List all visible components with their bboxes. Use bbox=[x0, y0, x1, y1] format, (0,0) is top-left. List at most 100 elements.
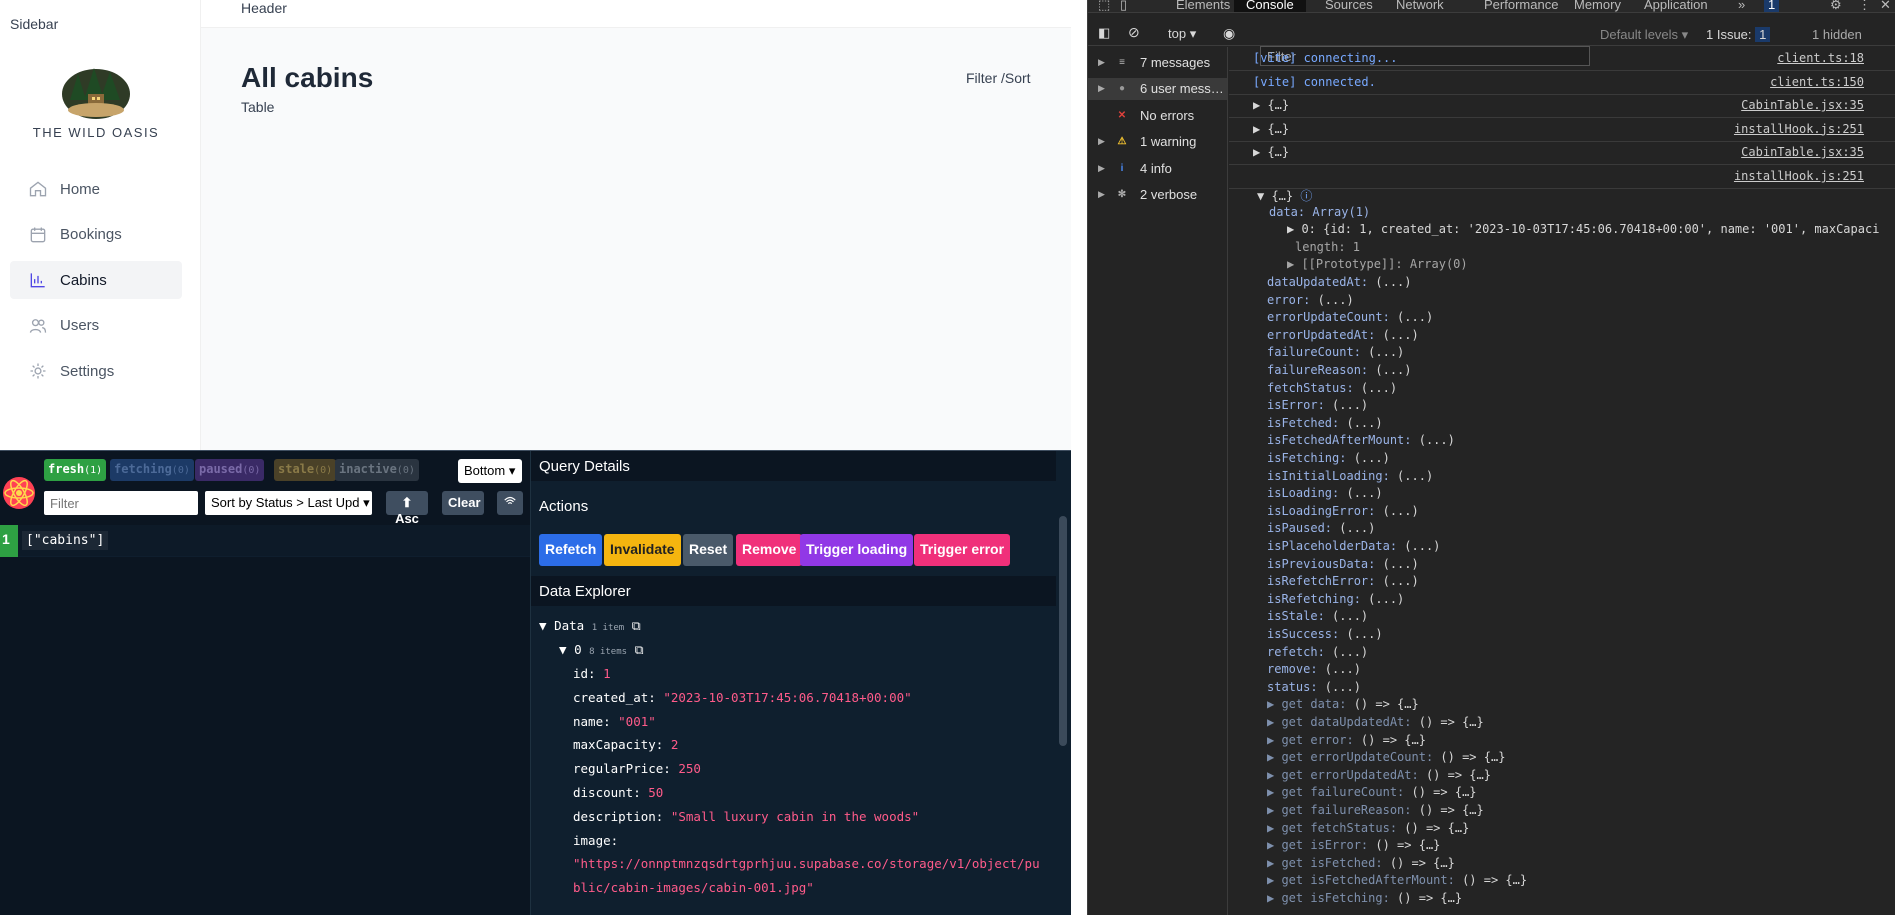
tab-sources[interactable]: Sources bbox=[1325, 0, 1373, 12]
sort-select[interactable]: Sort by Status > Last Upd ▾ bbox=[205, 491, 372, 515]
prop-status[interactable]: status: (...) bbox=[1267, 680, 1361, 697]
getter-isFetching[interactable]: ▶ get isFetching: () => {…} bbox=[1267, 891, 1462, 908]
getter-failureCount[interactable]: ▶ get failureCount: () => {…} bbox=[1267, 785, 1477, 802]
console-message[interactable]: ▶ {…} installHook.js:251 bbox=[1229, 118, 1895, 142]
invalidate-button[interactable]: Invalidate bbox=[604, 534, 681, 566]
getter-data[interactable]: ▶ get data: () => {…} bbox=[1267, 697, 1419, 714]
wifi-toggle-button[interactable] bbox=[497, 491, 523, 515]
reset-button[interactable]: Reset bbox=[683, 534, 734, 566]
inspect-icon[interactable]: ⬚ bbox=[1098, 0, 1110, 13]
source-link[interactable]: installHook.js:251 bbox=[1734, 169, 1864, 183]
prop-dataUpdatedAt[interactable]: dataUpdatedAt: (...) bbox=[1267, 275, 1412, 292]
nav-item-settings[interactable]: Settings bbox=[10, 352, 182, 390]
refetch-button[interactable]: Refetch bbox=[539, 534, 603, 566]
prop-isSuccess[interactable]: isSuccess: (...) bbox=[1267, 627, 1383, 644]
console-filter-list[interactable]: ▶ ≡ 7 messages bbox=[1098, 51, 1210, 73]
console-message[interactable]: installHook.js:251 bbox=[1229, 165, 1895, 189]
device-icon[interactable]: ▯ bbox=[1120, 0, 1127, 13]
log-levels-select[interactable]: Default levels ▾ bbox=[1600, 27, 1688, 43]
position-select[interactable]: Bottom ▾ bbox=[458, 459, 522, 483]
prop-isFetchedAfterMount[interactable]: isFetchedAfterMount: (...) bbox=[1267, 433, 1455, 450]
prop-isPlaceholderData[interactable]: isPlaceholderData: (...) bbox=[1267, 539, 1440, 556]
nav-item-cabins[interactable]: Cabins bbox=[10, 261, 182, 299]
nav-item-users[interactable]: Users bbox=[10, 307, 182, 345]
console-message[interactable]: ▶ {…} CabinTable.jsx:35 bbox=[1229, 94, 1895, 119]
clear-button[interactable]: Clear bbox=[442, 491, 484, 515]
prop-isPaused[interactable]: isPaused: (...) bbox=[1267, 521, 1375, 538]
source-link[interactable]: CabinTable.jsx:35 bbox=[1741, 98, 1864, 112]
prop-isRefetchError[interactable]: isRefetchError: (...) bbox=[1267, 574, 1419, 591]
close-icon[interactable]: ✕ bbox=[1880, 0, 1891, 13]
source-link[interactable]: client.ts:18 bbox=[1777, 51, 1864, 65]
getter-isFetchedAfterMount[interactable]: ▶ get isFetchedAfterMount: () => {…} bbox=[1267, 873, 1527, 890]
trigger-loading-button[interactable]: Trigger loading bbox=[800, 534, 914, 566]
prop-remove[interactable]: remove: (...) bbox=[1267, 662, 1361, 679]
getter-errorUpdateCount[interactable]: ▶ get errorUpdateCount: () => {…} bbox=[1267, 750, 1505, 767]
item-node[interactable]: ▼ 0 8 items ⧉ bbox=[559, 642, 644, 658]
expand-arrow-icon[interactable]: ▶ bbox=[1098, 83, 1106, 94]
console-filter-bug[interactable]: ▶ ✻ 2 verbose bbox=[1098, 184, 1197, 206]
getter-fetchStatus[interactable]: ▶ get fetchStatus: () => {…} bbox=[1267, 821, 1469, 838]
expand-arrow-icon[interactable]: ▶ bbox=[1098, 57, 1106, 68]
tab-memory[interactable]: Memory bbox=[1574, 0, 1621, 12]
console-message[interactable]: [vite] connected. client.ts:150 bbox=[1229, 71, 1895, 95]
tab-console[interactable]: Console bbox=[1234, 0, 1306, 12]
prop-failureCount[interactable]: failureCount: (...) bbox=[1267, 345, 1404, 362]
tab-network[interactable]: Network bbox=[1396, 0, 1444, 12]
nav-item-home[interactable]: Home bbox=[10, 170, 182, 208]
prop-isError[interactable]: isError: (...) bbox=[1267, 398, 1368, 415]
getter-error[interactable]: ▶ get error: () => {…} bbox=[1267, 733, 1426, 750]
prop-isStale[interactable]: isStale: (...) bbox=[1267, 609, 1368, 626]
tab-elements[interactable]: Elements bbox=[1176, 0, 1230, 12]
remove-button[interactable]: Remove bbox=[736, 534, 803, 566]
query-row[interactable]: 1 ["cabins"] bbox=[0, 525, 530, 557]
prop-refetch[interactable]: refetch: (...) bbox=[1267, 645, 1368, 662]
prop-errorUpdatedAt[interactable]: errorUpdatedAt: (...) bbox=[1267, 328, 1419, 345]
prop-isFetching[interactable]: isFetching: (...) bbox=[1267, 451, 1390, 468]
source-link[interactable]: CabinTable.jsx:35 bbox=[1741, 145, 1864, 159]
eye-icon[interactable]: ◉ bbox=[1223, 25, 1235, 42]
tab-performance[interactable]: Performance bbox=[1484, 0, 1558, 12]
issues-button[interactable]: 1 Issue: 1 bbox=[1706, 27, 1771, 42]
prop-isFetched[interactable]: isFetched: (...) bbox=[1267, 416, 1383, 433]
console-filter-user[interactable]: ▶ ● 6 user mess… bbox=[1088, 77, 1227, 100]
kebab-menu-icon[interactable]: ⋮ bbox=[1858, 0, 1871, 13]
copy-icon[interactable]: ⧉ bbox=[635, 642, 644, 657]
prop-error[interactable]: error: (...) bbox=[1267, 293, 1354, 310]
console-filter-warning[interactable]: ▶ ⚠ 1 warning bbox=[1098, 131, 1196, 153]
console-message[interactable]: ▶ {…} CabinTable.jsx:35 bbox=[1229, 141, 1895, 166]
context-select[interactable]: top ▾ bbox=[1168, 26, 1196, 42]
trigger-error-button[interactable]: Trigger error bbox=[914, 534, 1011, 566]
source-link[interactable]: client.ts:150 bbox=[1770, 75, 1864, 89]
source-link[interactable]: installHook.js:251 bbox=[1734, 122, 1864, 136]
console-filter-info[interactable]: ▶ i 4 info bbox=[1098, 157, 1172, 179]
more-tabs-icon[interactable]: » bbox=[1738, 0, 1745, 12]
settings-gear-icon[interactable]: ⚙ bbox=[1830, 0, 1842, 13]
copy-icon[interactable]: ⧉ bbox=[632, 618, 641, 633]
prop-errorUpdateCount[interactable]: errorUpdateCount: (...) bbox=[1267, 310, 1433, 327]
clear-console-icon[interactable]: ⊘ bbox=[1128, 24, 1140, 41]
prop-isLoading[interactable]: isLoading: (...) bbox=[1267, 486, 1383, 503]
data-property[interactable]: data: Array(1) bbox=[1269, 205, 1370, 222]
expand-arrow-icon[interactable]: ▶ bbox=[1098, 136, 1106, 147]
details-scrollbar[interactable] bbox=[1059, 516, 1067, 746]
prop-fetchStatus[interactable]: fetchStatus: (...) bbox=[1267, 381, 1397, 398]
prop-failureReason[interactable]: failureReason: (...) bbox=[1267, 363, 1412, 380]
sort-direction-button[interactable]: ⬆ Asc bbox=[386, 491, 428, 526]
object-root[interactable]: ▼ {…} ⓘ bbox=[1257, 187, 1312, 204]
message-badge[interactable]: 1 bbox=[1764, 0, 1780, 12]
getter-isError[interactable]: ▶ get isError: () => {…} bbox=[1267, 838, 1440, 855]
sidebar-toggle-icon[interactable]: ◧ bbox=[1098, 25, 1110, 41]
prop-isRefetching[interactable]: isRefetching: (...) bbox=[1267, 592, 1404, 609]
expand-arrow-icon[interactable]: ▶ bbox=[1098, 189, 1106, 200]
console-filter-error[interactable]: ✕ No errors bbox=[1098, 104, 1194, 126]
expand-arrow-icon[interactable]: ▶ bbox=[1098, 163, 1106, 174]
nav-item-bookings[interactable]: Bookings bbox=[10, 216, 182, 254]
react-query-logo-icon[interactable] bbox=[2, 476, 36, 510]
getter-failureReason[interactable]: ▶ get failureReason: () => {…} bbox=[1267, 803, 1484, 820]
prop-isInitialLoading[interactable]: isInitialLoading: (...) bbox=[1267, 469, 1433, 486]
prototype-node[interactable]: ▶ [[Prototype]]: Array(0) bbox=[1287, 257, 1468, 274]
console-message[interactable]: [vite] connecting... client.ts:18 bbox=[1229, 47, 1895, 71]
getter-dataUpdatedAt[interactable]: ▶ get dataUpdatedAt: () => {…} bbox=[1267, 715, 1484, 732]
getter-errorUpdatedAt[interactable]: ▶ get errorUpdatedAt: () => {…} bbox=[1267, 768, 1491, 785]
